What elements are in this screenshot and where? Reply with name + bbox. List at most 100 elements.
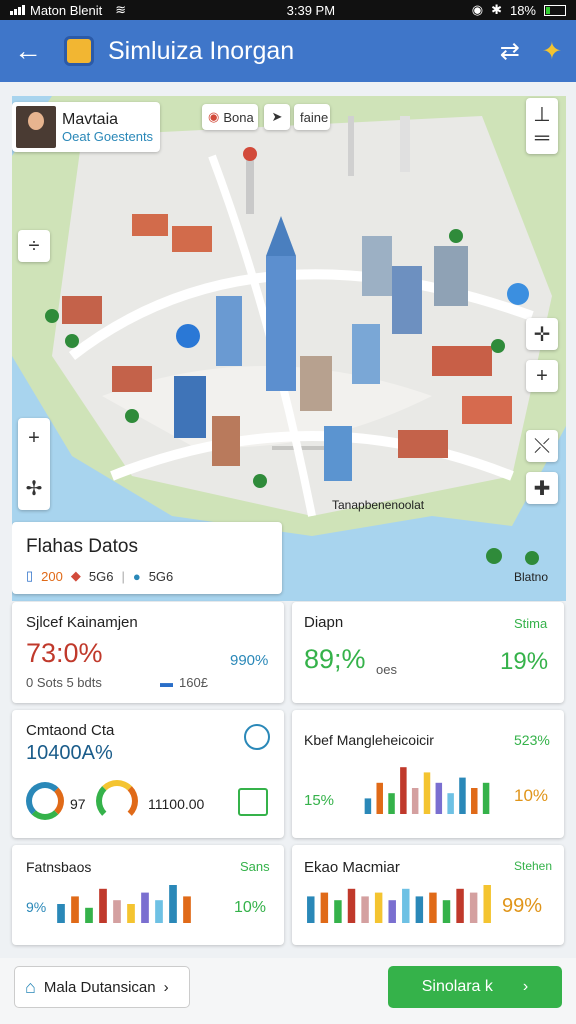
chart-bar [459, 777, 466, 814]
chart-bar [183, 896, 191, 923]
globe-icon: ● [132, 568, 141, 584]
battery-icon [544, 4, 566, 16]
panel-1-footer-right: 160£ [179, 675, 208, 690]
panel-1-value: 73:0% [26, 638, 103, 668]
bar-chart-2 [57, 885, 191, 923]
panel-3-number-2: 11100.00 [148, 796, 205, 812]
center-icon: ✚ [533, 477, 551, 500]
chevron-right-icon: › [163, 978, 169, 996]
chart-bar [429, 892, 437, 923]
panel-4-right-value: 523% [514, 732, 550, 748]
chart-bar [364, 798, 372, 814]
chart-bar [411, 788, 419, 814]
chart-bar [388, 900, 396, 923]
timer-icon[interactable] [244, 724, 270, 750]
chart-bar [320, 892, 329, 923]
chart-bar [141, 892, 149, 923]
zoom-in-icon[interactable]: + [28, 427, 40, 450]
location-chip[interactable]: ◉ Bona [202, 104, 258, 130]
stat-panel-5[interactable]: Fatnsbaos Sans 9% 10% [12, 845, 284, 945]
avatar [16, 106, 56, 148]
overview-value-1: 200 [41, 568, 63, 584]
back-arrow-icon[interactable]: ← [14, 35, 54, 67]
map-center-button[interactable]: ✚ [526, 472, 558, 504]
time-chip-label: faine [300, 109, 329, 125]
stat-panel-6[interactable]: Ekao Macmiar Stehen 99% [292, 845, 564, 945]
bottom-bar: ⌂ Mala Dutansican › Sinolara k › [0, 958, 576, 1024]
chart-bar [99, 888, 107, 923]
map-layers-button[interactable]: ⊥ ═ [526, 98, 558, 154]
city-map[interactable]: Mavtaia Oeat Goestents ◉ Bona ➤ faine ⊥ … [12, 96, 566, 601]
donut-gauge-2 [96, 780, 138, 822]
data-button[interactable]: ⌂ Mala Dutansican › [14, 966, 190, 1008]
app-bar: ← Simluiza Inorgan ⇄ ✦ [0, 20, 576, 82]
stat-panel-4[interactable]: Kbef Mangleheicoicir 523% 15% 10% [292, 710, 564, 838]
pinwheel-icon[interactable]: ✦ [542, 37, 562, 66]
panel-1-label: Sjlcef Kainamjen [26, 614, 138, 631]
carrier-name: Maton Blenit [30, 2, 103, 18]
panel-5-right-pct: 10% [234, 899, 267, 916]
panel-2-right-value: 19% [500, 648, 549, 675]
panel-5-left-pct: 9% [26, 899, 47, 915]
chart-bar [456, 888, 464, 923]
bar-chart-1 [364, 767, 490, 814]
divide-icon: ÷ [28, 234, 40, 257]
zoom-control[interactable]: + ✢ [18, 418, 50, 510]
page-title: Simluiza Inorgan [108, 36, 295, 65]
sync-icon[interactable]: ⇄ [500, 37, 520, 66]
chart-bar [435, 782, 443, 814]
chart-bar [113, 900, 121, 923]
stat-panel-1[interactable]: Sjlcef Kainamjen 73:0% 990% 0 Sots 5 bdt… [12, 602, 284, 703]
user-profile-card[interactable]: Mavtaia Oeat Goestents [12, 102, 160, 152]
panel-3-label: Cmtaond Cta [26, 722, 115, 739]
battery-stat-icon: ▯ [26, 568, 34, 583]
tag-icon: ◆ [70, 568, 81, 583]
chevron-right-icon: › [522, 978, 529, 995]
overview-title: Flahas Datos [26, 536, 138, 557]
profile-name: Mavtaia [62, 110, 119, 128]
chart-bar [376, 782, 383, 814]
chart-bar [447, 793, 454, 814]
compass-icon: ⊥ [533, 104, 551, 126]
app-logo [64, 36, 94, 66]
map-split-button[interactable]: ÷ [18, 230, 50, 262]
rotate-icon: ⤬ [534, 434, 550, 457]
map-add-button[interactable]: + [526, 360, 558, 392]
stat-panel-2[interactable]: Diapn Stima 89;% oes 19% [292, 602, 564, 703]
status-time: 3:39 PM [286, 2, 336, 18]
chart-bar [57, 904, 65, 923]
overview-value-3: 5G6 [148, 568, 174, 584]
simulate-button[interactable]: Sinolara k › [388, 966, 562, 1008]
map-rotate-button[interactable]: ⤬ [526, 430, 558, 462]
plus-icon: + [536, 364, 548, 387]
chart-bar [423, 772, 431, 814]
stat-panel-3[interactable]: Cmtaond Cta 10400A% 97 11100.00 [12, 710, 284, 838]
panel-3-value: 10400A% [26, 742, 113, 764]
time-chip[interactable]: faine [294, 104, 330, 130]
navigate-button[interactable]: ➤ [264, 104, 290, 130]
overview-card[interactable]: Flahas Datos ▯ 200 ◆ 5G6 | ● 5G6 [12, 522, 282, 594]
data-button-label: Mala Dutansican [43, 978, 156, 996]
wifi-icon: ≋ [115, 2, 127, 17]
chart-bar [361, 896, 369, 923]
chart-bar [471, 788, 478, 814]
panel-2-value: 89;% [304, 644, 366, 674]
panel-4-label: Kbef Mangleheicoicir [304, 732, 434, 748]
panel-1-right-value: 990% [230, 652, 269, 669]
crosshair-icon: ✛ [533, 323, 551, 346]
bar-chart-3 [307, 885, 491, 923]
chart-bar [400, 767, 407, 814]
chart-bar [334, 900, 342, 923]
battery-level: 18% [509, 2, 536, 18]
panel-2-right-label: Stima [514, 616, 548, 631]
panel-4-right-pct: 10% [514, 786, 549, 805]
chart-bar [469, 892, 478, 923]
chart-bar [307, 896, 315, 923]
chart-bar [155, 900, 163, 923]
calendar-icon[interactable] [238, 788, 268, 816]
zoom-reset-icon[interactable]: ✢ [26, 476, 43, 501]
map-move-button[interactable]: ✛ [526, 318, 558, 350]
chart-bar [85, 907, 93, 923]
chart-bar [71, 896, 79, 923]
bluetooth-icon: ✱ [491, 2, 502, 17]
